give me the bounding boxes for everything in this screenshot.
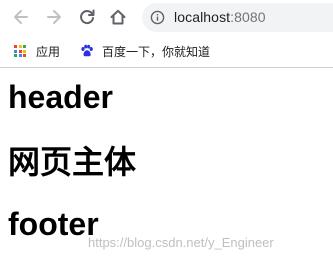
url-text[interactable]: localhost:8080 bbox=[174, 9, 266, 26]
back-button[interactable] bbox=[10, 6, 32, 28]
page-header-heading: header bbox=[8, 79, 113, 115]
home-button[interactable] bbox=[107, 6, 129, 28]
home-icon bbox=[110, 9, 126, 25]
page-footer-heading: footer bbox=[8, 206, 99, 242]
apps-grid-icon bbox=[14, 45, 26, 57]
baidu-paw-icon bbox=[81, 44, 93, 57]
back-arrow-icon bbox=[14, 10, 28, 24]
browser-toolbar: localhost:8080 bbox=[0, 0, 333, 36]
bookmarks-bar: 应用 百度一下，你就知道 bbox=[0, 36, 333, 67]
watermark: https://blog.csdn.net/y_Engineer bbox=[88, 235, 274, 250]
bookmark-apps[interactable]: 应用 bbox=[14, 41, 60, 61]
bookmark-baidu[interactable]: 百度一下，你就知道 bbox=[80, 41, 210, 61]
reload-button[interactable] bbox=[76, 6, 98, 28]
bookmark-baidu-label: 百度一下，你就知道 bbox=[102, 44, 211, 59]
forward-button[interactable] bbox=[43, 6, 65, 28]
forward-arrow-icon bbox=[47, 10, 61, 24]
bookmark-apps-label: 应用 bbox=[36, 44, 61, 59]
url-host: localhost bbox=[174, 9, 231, 25]
browser-chrome: localhost:8080 应用 百度一下，你就知道 bbox=[0, 0, 333, 68]
page-main-heading: 网页主体 bbox=[8, 144, 137, 180]
info-icon[interactable] bbox=[150, 10, 165, 25]
address-bar[interactable]: localhost:8080 bbox=[142, 3, 333, 32]
reload-icon bbox=[80, 9, 95, 25]
url-port: :8080 bbox=[230, 9, 266, 25]
